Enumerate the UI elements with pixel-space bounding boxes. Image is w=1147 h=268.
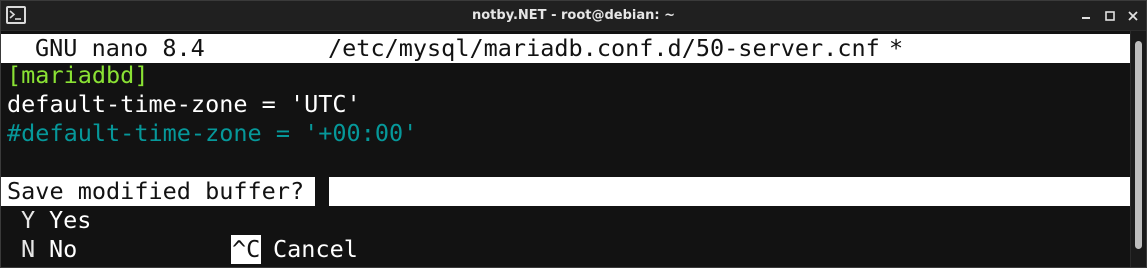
save-prompt-bar[interactable]: Save modified buffer? <box>1 177 1131 206</box>
minimize-button[interactable] <box>1075 5 1097 27</box>
maximize-icon <box>1105 11 1115 21</box>
nano-header-bar: GNU nano 8.4 /etc/mysql/mariadb.conf.d/5… <box>1 34 1131 63</box>
scrollbar[interactable] <box>1130 31 1146 267</box>
editor-line-comment[interactable]: #default-time-zone = '+00:00' <box>7 119 417 148</box>
close-icon <box>1128 11 1138 21</box>
scrollbar-thumb[interactable] <box>1135 41 1142 249</box>
modified-marker: * <box>889 34 904 62</box>
maximize-button[interactable] <box>1099 5 1121 27</box>
save-prompt-question: Save modified buffer? <box>7 177 305 205</box>
minimize-icon <box>1082 17 1090 19</box>
text-cursor <box>315 177 329 206</box>
window-title: notby.NET - root@debian: ~ <box>471 8 676 23</box>
editor-line-setting[interactable]: default-time-zone = 'UTC' <box>7 90 361 119</box>
terminal-area[interactable]: GNU nano 8.4 /etc/mysql/mariadb.conf.d/5… <box>1 31 1131 267</box>
no-option[interactable]: No <box>49 235 77 264</box>
yes-option[interactable]: Yes <box>49 206 91 235</box>
editor-line-section[interactable]: [mariadbd] <box>7 61 148 90</box>
nano-file-path: /etc/mysql/mariadb.conf.d/50-server.cnf <box>328 34 880 62</box>
terminal-window: notby.NET - root@debian: ~ GNU nano 8.4 … <box>0 0 1147 268</box>
cancel-option[interactable]: Cancel <box>273 235 358 264</box>
yes-key: Y <box>21 206 36 234</box>
close-button[interactable] <box>1122 5 1144 27</box>
cancel-shortcut-key: ^C <box>231 235 262 264</box>
nano-version: GNU nano 8.4 <box>35 34 205 62</box>
title-bar: notby.NET - root@debian: ~ <box>1 1 1146 31</box>
no-key: N <box>21 235 36 263</box>
